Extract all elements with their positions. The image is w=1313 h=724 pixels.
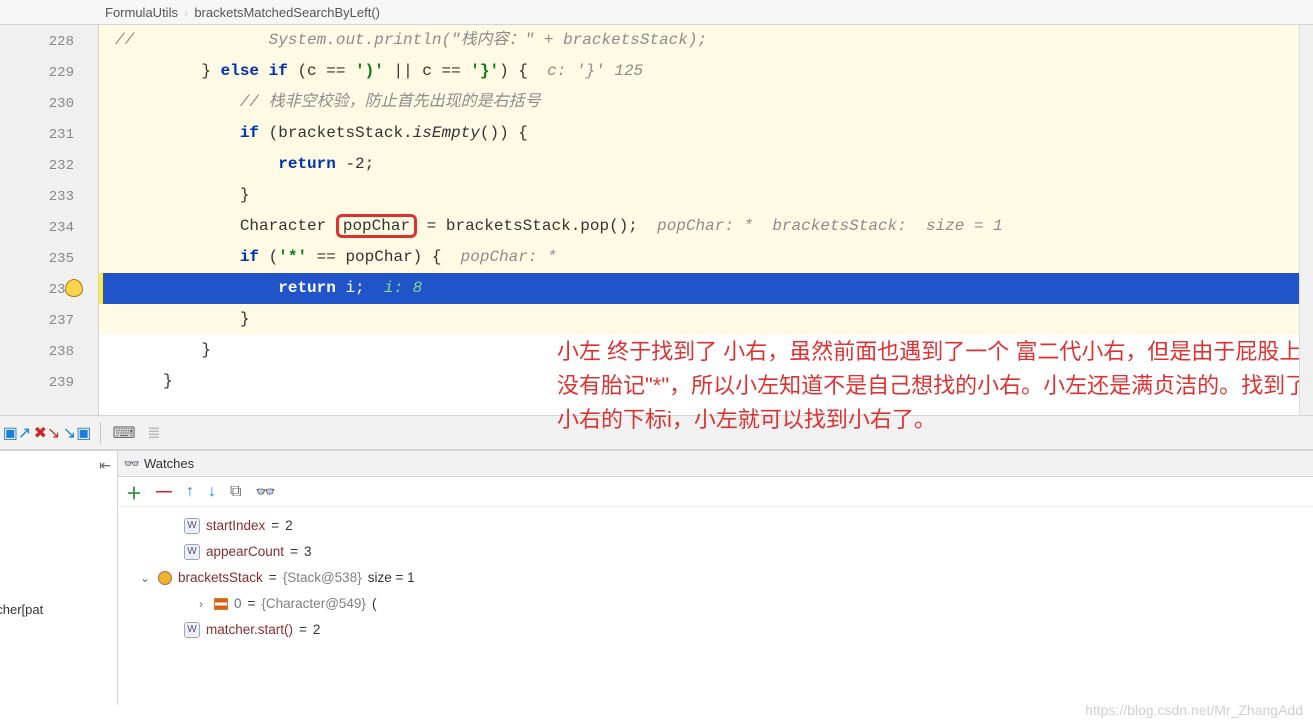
- line-gutter: 228229230 231232233 234235 236 237238239: [0, 25, 99, 415]
- breadcrumb-class[interactable]: FormulaUtils: [105, 5, 178, 20]
- watch-item-expandable[interactable]: ⌄ bracketsStack = {Stack@538} size = 1: [138, 565, 1313, 591]
- arrow-down-icon[interactable]: ↓: [208, 483, 216, 501]
- watch-badge-icon: W: [184, 622, 200, 638]
- remove-icon[interactable]: —: [156, 483, 172, 501]
- chevron-down-icon[interactable]: ⌄: [138, 565, 152, 591]
- copy-icon[interactable]: ⧉: [230, 483, 241, 501]
- editor-scrollbar[interactable]: [1299, 25, 1313, 415]
- execution-line[interactable]: return i; i: 8: [99, 273, 1313, 304]
- array-element-icon: [214, 598, 228, 610]
- lightbulb-icon[interactable]: [65, 279, 83, 297]
- chevron-right-icon[interactable]: ›: [194, 591, 208, 617]
- watch-child-item[interactable]: › 0 = {Character@549} (: [138, 591, 1313, 617]
- debug-toolbar: ▣↗ ✖↘ ↘▣ ⌨ ≣: [0, 415, 1313, 450]
- watch-item[interactable]: W appearCount = 3: [138, 539, 1313, 565]
- watch-item[interactable]: W matcher.start() = 2: [138, 617, 1313, 643]
- frames-panel[interactable]: ⇤ gex.Matcher[pat: [0, 451, 118, 705]
- chevron-right-icon: ›: [184, 5, 188, 20]
- watch-item[interactable]: W startIndex = 2: [138, 513, 1313, 539]
- calculator-icon[interactable]: ⌨: [113, 422, 135, 444]
- frame-entry[interactable]: gex.Matcher[pat: [0, 602, 43, 617]
- watermark: https://blog.csdn.net/Mr_ZhangAdd: [1085, 702, 1303, 718]
- add-icon[interactable]: ＋: [126, 480, 142, 504]
- glasses-small-icon[interactable]: 👓: [255, 482, 275, 502]
- watch-badge-icon: W: [184, 518, 200, 534]
- debug-panel: ⇤ gex.Matcher[pat 👓 Watches ＋ — ↑ ↓ ⧉ 👓 …: [0, 450, 1313, 705]
- watches-panel: 👓 Watches ＋ — ↑ ↓ ⧉ 👓 W startIndex = 2 W…: [118, 451, 1313, 705]
- watches-toolbar: ＋ — ↑ ↓ ⧉ 👓: [118, 477, 1313, 507]
- remove-watch-icon[interactable]: ✖↘: [36, 422, 58, 444]
- watches-tree[interactable]: W startIndex = 2 W appearCount = 3 ⌄ bra…: [118, 507, 1313, 643]
- object-icon: [158, 571, 172, 585]
- watches-icon: 👓: [124, 456, 140, 472]
- arrow-up-icon[interactable]: ↑: [186, 483, 194, 501]
- code-body[interactable]: // System.out.println("栈内容：" + bracketsS…: [99, 25, 1313, 415]
- watches-header: 👓 Watches: [118, 451, 1313, 477]
- watch-badge-icon: W: [184, 544, 200, 560]
- add-watch-icon[interactable]: ↘▣: [66, 422, 88, 444]
- code-editor[interactable]: 228229230 231232233 234235 236 237238239…: [0, 25, 1313, 415]
- watches-title: Watches: [144, 456, 194, 471]
- evaluate-icon[interactable]: ▣↗: [6, 422, 28, 444]
- breadcrumb-method[interactable]: bracketsMatchedSearchByLeft(): [194, 5, 380, 20]
- highlighted-variable: popChar: [336, 214, 417, 238]
- breadcrumb: FormulaUtils › bracketsMatchedSearchByLe…: [0, 0, 1313, 25]
- restore-layout-icon[interactable]: ⇤: [99, 457, 111, 474]
- stepping-icon[interactable]: ≣: [143, 422, 165, 444]
